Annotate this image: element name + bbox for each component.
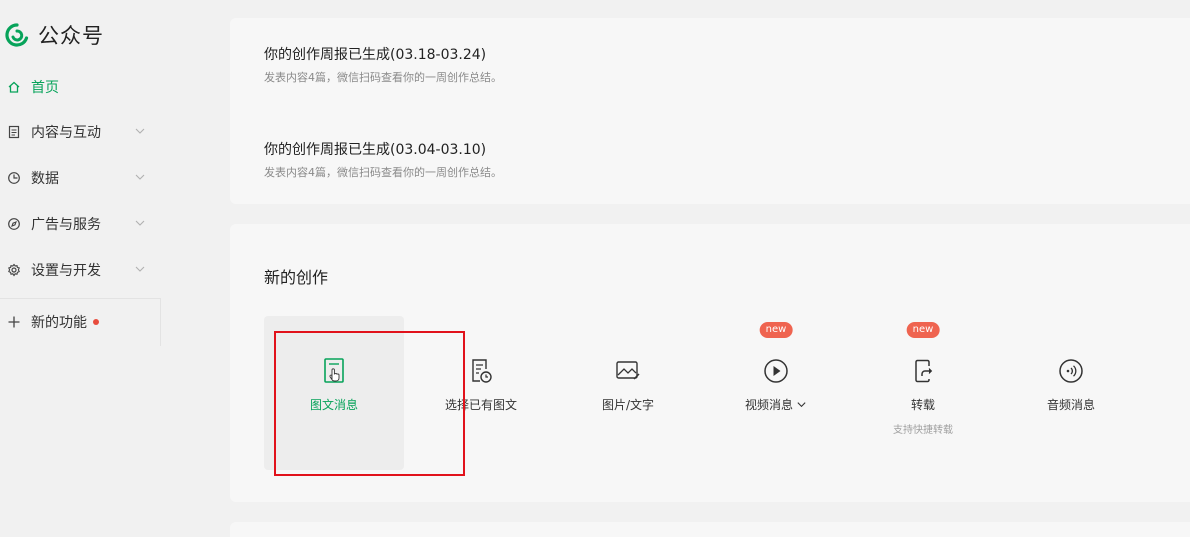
sidebar-divider (0, 298, 160, 299)
sidebar-item-ads[interactable]: 广告与服务 (6, 212, 152, 236)
tool-select-existing-article[interactable]: 选择已有图文 (411, 316, 551, 470)
sidebar-item-label: 首页 (31, 80, 59, 96)
tool-article[interactable]: 图文消息 (264, 316, 404, 470)
repost-icon (908, 356, 938, 386)
pie-chart-icon (6, 170, 22, 186)
tool-repost[interactable]: new 转载 支持快捷转载 (853, 316, 993, 470)
report-title: 你的创作周报已生成(03.18-03.24) (264, 47, 487, 63)
sidebar-divider-vertical (160, 298, 161, 346)
tool-label: 选择已有图文 (444, 398, 517, 412)
weekly-report-item[interactable]: 你的创作周报已生成(03.04-03.10) 发表内容4篇，微信扫码查看你的一周… (264, 139, 502, 180)
sidebar-item-label: 设置与开发 (31, 263, 101, 279)
document-icon (6, 124, 22, 140)
new-badge: new (759, 322, 793, 338)
chevron-down-icon[interactable] (796, 399, 807, 410)
gear-icon (6, 262, 22, 278)
chevron-down-icon (134, 263, 146, 279)
sidebar-item-settings[interactable]: 设置与开发 (6, 258, 152, 282)
logo[interactable]: 公众号 (4, 22, 104, 48)
logo-icon (5, 23, 29, 47)
tool-image-text[interactable]: 图片/文字 (558, 316, 698, 470)
report-subtitle: 发表内容4篇，微信扫码查看你的一周创作总结。 (264, 71, 502, 84)
plus-icon (6, 314, 22, 330)
tool-audio-message[interactable]: 音频消息 (1001, 316, 1141, 470)
app-root: 公众号 首页 内容与互动 数据 广告与服务 设置与开发 新的功能 你的创作周报已… (0, 0, 1190, 537)
section-title: 新的创作 (264, 268, 329, 287)
tool-label: 音频消息 (1046, 398, 1095, 412)
notification-dot (93, 319, 99, 325)
chevron-down-icon (134, 217, 146, 233)
tool-video-message[interactable]: new 视频消息 (706, 316, 846, 470)
article-history-icon (466, 356, 496, 386)
tool-label: 图片/文字 (601, 398, 655, 412)
bottom-card (230, 522, 1190, 537)
chevron-down-icon (134, 125, 146, 141)
home-icon (6, 79, 22, 95)
weekly-report-item[interactable]: 你的创作周报已生成(03.18-03.24) 发表内容4篇，微信扫码查看你的一周… (264, 44, 502, 85)
compass-icon (6, 216, 22, 232)
chevron-down-icon (134, 171, 146, 187)
sidebar-item-label: 内容与互动 (31, 125, 101, 141)
report-title: 你的创作周报已生成(03.04-03.10) (264, 142, 487, 158)
tool-label: 图文消息 (309, 398, 358, 412)
sidebar-item-home[interactable]: 首页 (6, 75, 152, 99)
sidebar-item-label: 数据 (31, 171, 59, 187)
tool-label: 转载 (910, 398, 935, 412)
sidebar: 公众号 首页 内容与互动 数据 广告与服务 设置与开发 新的功能 (0, 0, 162, 537)
report-subtitle: 发表内容4篇，微信扫码查看你的一周创作总结。 (264, 166, 502, 179)
tool-label-text: 视频消息 (744, 398, 793, 412)
article-icon (319, 356, 349, 386)
sidebar-item-label: 新的功能 (31, 315, 87, 331)
sidebar-item-content[interactable]: 内容与互动 (6, 120, 152, 144)
sidebar-item-label: 广告与服务 (31, 217, 101, 233)
sidebar-item-data[interactable]: 数据 (6, 166, 152, 190)
image-text-icon (613, 356, 643, 386)
weekly-report-card: 你的创作周报已生成(03.18-03.24) 发表内容4篇，微信扫码查看你的一周… (230, 18, 1190, 204)
tool-label: 视频消息 (745, 396, 807, 413)
app-title: 公众号 (38, 24, 104, 48)
play-icon (761, 356, 791, 386)
new-creation-card: 新的创作 图文消息 选择已有图文 图片/文字 new 视频消息 new 转载 支… (230, 224, 1190, 502)
new-badge: new (906, 322, 940, 338)
audio-icon (1056, 356, 1086, 386)
tool-sublabel: 支持快捷转载 (893, 425, 953, 436)
sidebar-item-new-features[interactable]: 新的功能 (6, 310, 152, 334)
